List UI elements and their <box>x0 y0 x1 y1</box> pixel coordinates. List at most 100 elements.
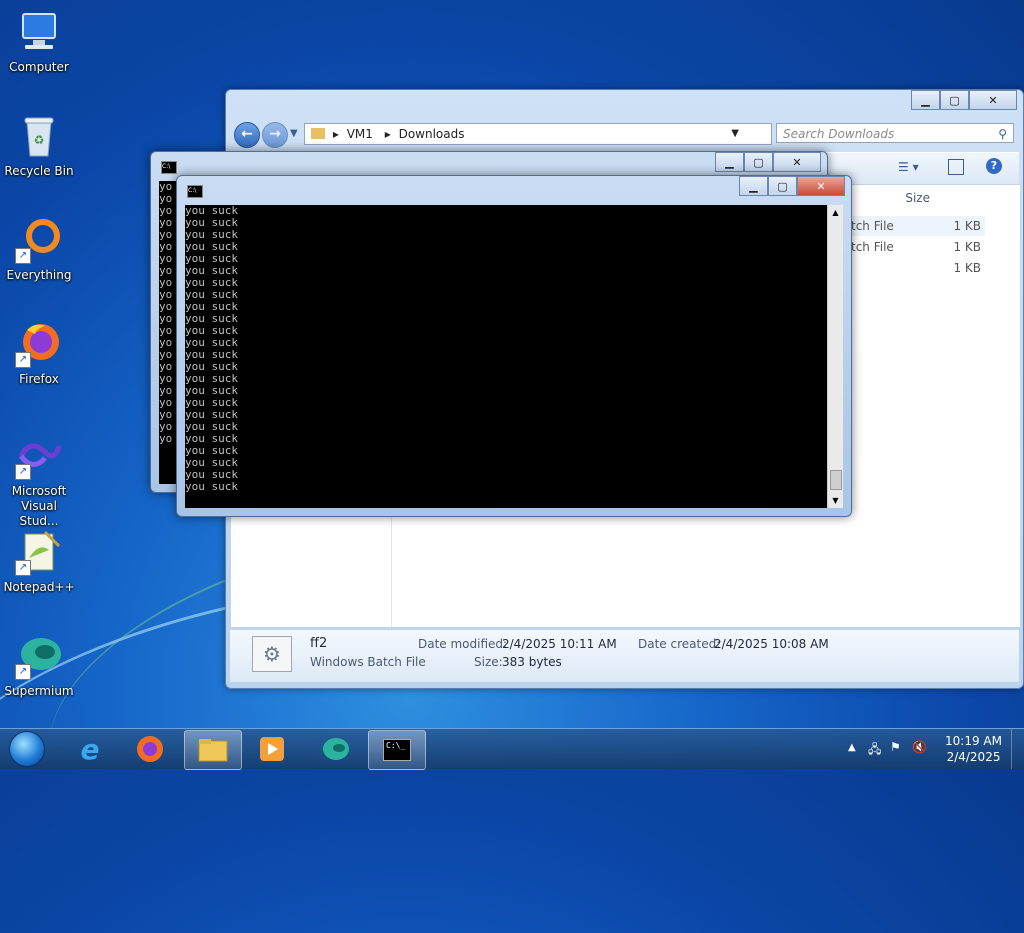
cmd-output-line: you suck <box>185 348 238 361</box>
cmd-output-line: you suck <box>185 456 238 469</box>
taskbar: e C:\_ ▲ 🖧 ⚑ 🔇 10:19 AM 2/4/2025 <box>0 728 1024 770</box>
cmd-icon: C:\_ <box>383 739 411 761</box>
address-bar[interactable]: ▸ VM1 ▸ Downloads ▼ ⇆ <box>304 123 835 145</box>
recent-pages-dropdown[interactable]: ▼ <box>290 128 298 139</box>
network-icon[interactable]: 🖧 <box>868 740 881 761</box>
explorer-navigation-bar: ← → ▼ ▸ VM1 ▸ Downloads ▼ ⇆ Search Downl… <box>234 122 1014 148</box>
details-size-label: Size: <box>474 655 503 669</box>
desktop-icon-everything[interactable]: ↗ Everything <box>0 216 78 283</box>
close-button[interactable]: ✕ <box>773 152 821 172</box>
taskbar-supermium[interactable] <box>308 730 364 768</box>
minimize-button[interactable]: ▁ <box>715 152 744 172</box>
supermium-icon: ↗ <box>15 632 63 680</box>
desktop-icon-firefox[interactable]: ↗ Firefox <box>0 320 78 387</box>
close-button[interactable]: ✕ <box>797 176 845 196</box>
cmd-output-line: you suck <box>185 252 238 265</box>
show-desktop-button[interactable] <box>1011 729 1024 769</box>
breadcrumb-vm1[interactable]: VM1 <box>347 127 373 141</box>
cmd-icon: C:\ <box>187 185 203 198</box>
clock[interactable]: 10:19 AM 2/4/2025 <box>945 733 1002 765</box>
column-header-size[interactable]: Size <box>905 185 930 211</box>
firefox-icon: ↗ <box>15 320 63 368</box>
folder-icon <box>311 128 325 139</box>
cmd-output-line: you suck <box>185 216 238 229</box>
notepad-plus-plus-icon: ↗ <box>15 528 63 576</box>
details-pane: ⚙ ff2 Windows Batch File Date modified: … <box>230 630 1019 682</box>
breadcrumb-separator: ▸ <box>384 127 391 141</box>
minimize-button[interactable]: ▁ <box>739 176 768 196</box>
desktop-icon-recycle-bin[interactable]: ♻ Recycle Bin <box>0 112 78 179</box>
cmd-output-line: you suck <box>185 205 238 217</box>
file-type: tch File <box>851 219 894 233</box>
file-row[interactable]: tch File 1 KB <box>851 237 985 257</box>
forward-button[interactable]: → <box>262 122 288 148</box>
taskbar-firefox[interactable] <box>122 730 178 768</box>
taskbar-explorer[interactable] <box>184 730 242 770</box>
desktop-icon-notepad-plus-plus[interactable]: ↗ Notepad++ <box>0 528 78 595</box>
taskbar-internet-explorer[interactable]: e <box>62 730 118 768</box>
scroll-thumb[interactable] <box>830 470 842 490</box>
explorer-window-controls: ▁ ▢ ✕ <box>911 90 1017 110</box>
desktop-icon-label: Firefox <box>19 372 59 386</box>
search-icon: ⚲ <box>998 127 1007 141</box>
cmd-output-line: you suck <box>185 432 238 445</box>
breadcrumb-downloads[interactable]: Downloads <box>399 127 465 141</box>
desktop-icon-supermium[interactable]: ↗ Supermium <box>0 632 78 699</box>
maximize-button[interactable]: ▢ <box>940 90 969 110</box>
details-created-label: Date created: <box>638 637 721 651</box>
search-input[interactable]: Search Downloads ⚲ <box>776 123 1014 143</box>
show-hidden-icons-icon[interactable]: ▲ <box>848 742 856 753</box>
desktop-icon-visual-studio[interactable]: ↗ Microsoft Visual Stud... <box>0 432 78 529</box>
clock-date: 2/4/2025 <box>946 750 1001 764</box>
address-dropdown-icon[interactable]: ▼ <box>731 124 739 144</box>
scroll-up-arrow-icon[interactable]: ▲ <box>828 205 843 220</box>
shortcut-arrow-icon: ↗ <box>15 560 31 576</box>
taskbar-media-player[interactable] <box>244 730 300 768</box>
file-size: 1 KB <box>953 240 981 254</box>
back-button[interactable]: ← <box>234 122 260 148</box>
minimize-button[interactable]: ▁ <box>911 90 940 110</box>
desktop-icon-label: Recycle Bin <box>4 164 74 178</box>
details-file-type: Windows Batch File <box>310 655 426 669</box>
cmd-front-window-controls: ▁ ▢ ✕ <box>739 176 845 196</box>
firefox-icon <box>137 736 163 762</box>
cmd-output-line: you suck <box>185 276 238 289</box>
breadcrumb-separator: ▸ <box>332 127 339 141</box>
cmd-output-line: you suck <box>185 324 238 337</box>
scroll-down-arrow-icon[interactable]: ▼ <box>828 493 843 508</box>
action-center-flag-icon[interactable]: ⚑ <box>890 740 901 754</box>
help-icon[interactable]: ? <box>986 158 1002 174</box>
desktop-icon-label: Computer <box>9 60 69 74</box>
maximize-button[interactable]: ▢ <box>744 152 773 172</box>
cmd-output-line: you suck <box>185 336 238 349</box>
cmd-back-window-controls: ▁ ▢ ✕ <box>715 152 821 172</box>
cmd-output-line: you suck <box>185 288 238 301</box>
desktop-icon-computer[interactable]: Computer <box>0 8 78 75</box>
maximize-button[interactable]: ▢ <box>768 176 797 196</box>
cmd-front-output: you suck you suck you suck you suck you suck… <box>185 205 827 508</box>
close-button[interactable]: ✕ <box>969 90 1017 110</box>
file-row[interactable]: tch File 1 KB <box>851 216 985 236</box>
view-options-button[interactable]: ☰ ▾ <box>898 160 919 174</box>
supermium-icon <box>323 738 349 760</box>
cmd-output-line: you suck <box>185 408 238 421</box>
details-created-value: 2/4/2025 10:08 AM <box>714 637 829 651</box>
cmd-vertical-scrollbar[interactable]: ▲ ▼ <box>827 205 843 508</box>
file-row[interactable]: 1 KB <box>851 258 985 278</box>
start-button[interactable] <box>4 729 50 769</box>
recycle-bin-icon: ♻ <box>15 112 63 160</box>
volume-muted-icon[interactable]: 🔇 <box>912 740 927 754</box>
desktop-icon-label: Microsoft Visual Stud... <box>11 484 67 528</box>
desktop-icon-label: Notepad++ <box>3 580 75 594</box>
folder-icon <box>198 739 228 762</box>
cmd-output-line: you suck <box>185 312 238 325</box>
cmd-output-line: you suck <box>185 360 238 373</box>
preview-pane-button[interactable] <box>948 159 964 175</box>
cmd-window-front[interactable]: C:\ ▁ ▢ ✕ you suck you suck you suck you su… <box>176 175 852 517</box>
details-size-value: 383 bytes <box>502 655 562 669</box>
windows-logo-icon <box>9 731 45 767</box>
cmd-output-line: you suck <box>185 420 238 433</box>
cmd-output-line: you suck <box>185 264 238 277</box>
taskbar-command-prompt[interactable]: C:\_ <box>368 730 426 770</box>
file-size: 1 KB <box>953 261 981 275</box>
